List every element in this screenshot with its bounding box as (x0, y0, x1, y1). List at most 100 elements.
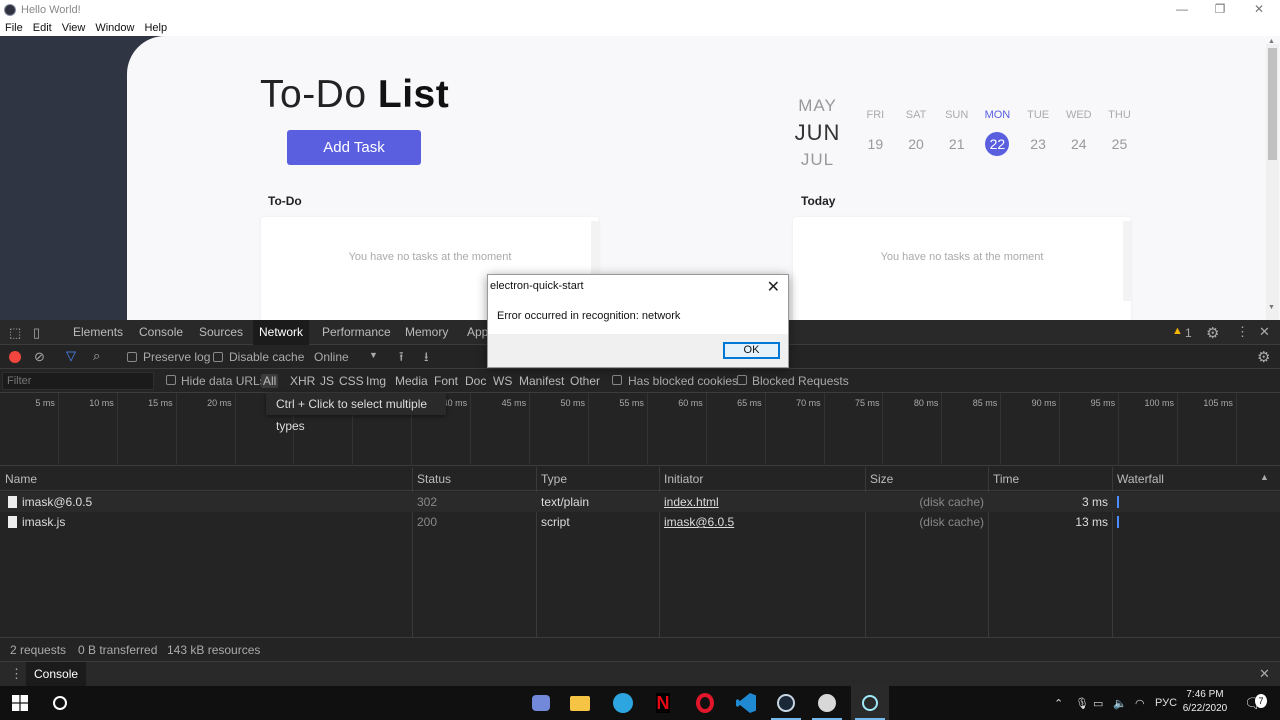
row-initiator-link[interactable]: index.html (664, 492, 719, 512)
tray-show-hidden-icon[interactable]: ⌃ (1054, 686, 1063, 720)
column-status[interactable]: Status (412, 467, 451, 491)
tab-console[interactable]: Console (139, 320, 183, 345)
close-window-button[interactable]: ✕ (1240, 0, 1278, 19)
taskbar-app-opera[interactable] (686, 686, 724, 720)
search-icon[interactable]: ⌕ (93, 348, 100, 364)
month-next[interactable]: JUL (790, 146, 845, 173)
close-drawer-icon[interactable]: ✕ (1259, 666, 1270, 682)
minimize-button[interactable]: — (1163, 0, 1201, 19)
export-har-icon[interactable]: ⭳ (424, 348, 429, 370)
filter-icon[interactable]: ▽ (66, 348, 76, 364)
tab-elements[interactable]: Elements (73, 320, 123, 345)
type-filter-ws[interactable]: WS (493, 374, 512, 388)
type-filter-js[interactable]: JS (320, 374, 334, 388)
sort-ascending-icon[interactable]: ▲ (1260, 472, 1269, 482)
page-scrollbar-thumb[interactable] (1268, 48, 1277, 160)
day-sun[interactable]: SUN 21 (936, 109, 977, 156)
tab-sources[interactable]: Sources (199, 320, 243, 345)
drawer-tab-console[interactable]: Console (26, 662, 87, 686)
hide-data-urls-checkbox[interactable] (166, 375, 176, 385)
filter-input[interactable]: Filter (2, 372, 154, 390)
type-filter-manifest[interactable]: Manifest (519, 374, 564, 388)
drawer-menu-icon[interactable]: ⋮ (10, 666, 23, 682)
system-clock[interactable]: 7:46 PM 6/22/2020 (1180, 688, 1230, 716)
tab-performance[interactable]: Performance (322, 320, 391, 345)
wifi-icon[interactable]: ◠ (1135, 686, 1145, 720)
type-filter-img[interactable]: Img (366, 374, 386, 388)
blocked-requests-checkbox[interactable] (737, 375, 747, 385)
close-devtools-icon[interactable]: ✕ (1259, 324, 1270, 340)
cortana-button[interactable] (41, 686, 79, 720)
day-mon[interactable]: MON 22 (977, 109, 1018, 156)
network-settings-gear-icon[interactable]: ⚙ (1257, 348, 1270, 366)
menu-view[interactable]: View (62, 22, 86, 34)
keyboard-language[interactable]: РУС (1155, 686, 1177, 720)
preserve-log-checkbox[interactable] (127, 352, 137, 362)
column-name[interactable]: Name (0, 467, 37, 491)
inspect-element-icon[interactable]: ⬚ (9, 325, 21, 341)
column-size[interactable]: Size (865, 467, 893, 491)
waterfall-bar[interactable] (1117, 496, 1119, 508)
taskbar-app-explorer[interactable] (561, 686, 599, 720)
clear-icon[interactable]: ⊘ (34, 349, 45, 365)
tab-network[interactable]: Network (253, 320, 310, 345)
type-filter-doc[interactable]: Doc (465, 374, 486, 388)
taskbar-app-vscode[interactable] (727, 686, 765, 720)
taskbar-app-generic[interactable] (808, 686, 846, 720)
volume-icon[interactable]: 🔈 (1113, 686, 1127, 720)
table-row[interactable]: imask@6.0.5 302 text/plain index.html (d… (0, 492, 1280, 512)
taskbar-app-electron[interactable] (851, 686, 889, 720)
import-har-icon[interactable]: ⭱ (399, 348, 404, 370)
warning-count[interactable]: 1 (1185, 326, 1192, 340)
type-filter-other[interactable]: Other (570, 374, 600, 388)
today-card-scrollbar[interactable] (1123, 221, 1131, 301)
column-time[interactable]: Time (988, 467, 1019, 491)
menu-file[interactable]: File (5, 22, 23, 34)
waterfall-bar[interactable] (1117, 516, 1119, 528)
menu-help[interactable]: Help (144, 22, 167, 34)
day-wed[interactable]: WED 24 (1058, 109, 1099, 156)
more-menu-icon[interactable]: ⋮ (1236, 324, 1249, 340)
battery-icon[interactable]: ▭ (1093, 686, 1103, 720)
type-filter-css[interactable]: CSS (339, 374, 364, 388)
taskbar-app-netflix[interactable]: N (644, 686, 682, 720)
tab-memory[interactable]: Memory (405, 320, 448, 345)
day-fri[interactable]: FRI 19 (855, 109, 896, 156)
day-tue[interactable]: TUE 23 (1018, 109, 1059, 156)
column-waterfall[interactable]: Waterfall (1112, 467, 1164, 491)
type-filter-xhr[interactable]: XHR (290, 374, 315, 388)
microphone-icon[interactable]: 🎙 (1075, 686, 1089, 720)
column-type[interactable]: Type (536, 467, 567, 491)
device-toolbar-icon[interactable]: ▯ (33, 325, 40, 341)
maximize-button[interactable]: ❐ (1201, 0, 1239, 19)
ok-button[interactable]: OK (723, 342, 780, 359)
record-icon[interactable] (9, 351, 21, 363)
table-row[interactable]: imask.js 200 script imask@6.0.5 (disk ca… (0, 512, 1280, 532)
row-name[interactable]: imask@6.0.5 (22, 492, 92, 512)
menu-window[interactable]: Window (95, 22, 134, 34)
disable-cache-checkbox[interactable] (213, 352, 223, 362)
tab-application[interactable]: App (467, 320, 488, 345)
network-overview-timeline[interactable]: 5 ms10 ms15 ms20 ms25 ms30 ms35 ms40 ms4… (0, 393, 1280, 466)
scroll-up-arrow-icon[interactable]: ▲ (1268, 38, 1275, 45)
taskbar-app-discord[interactable] (522, 686, 560, 720)
add-task-button[interactable]: Add Task (287, 130, 421, 165)
row-initiator-link[interactable]: imask@6.0.5 (664, 512, 734, 532)
start-button[interactable] (1, 686, 39, 720)
taskbar-app-steam[interactable] (767, 686, 805, 720)
throttle-select[interactable]: Online (314, 350, 349, 364)
month-prev[interactable]: MAY (790, 92, 845, 119)
dialog-close-icon[interactable]: ✕ (767, 277, 780, 297)
chevron-down-icon[interactable]: ▼ (369, 350, 378, 360)
menu-edit[interactable]: Edit (33, 22, 52, 34)
settings-gear-icon[interactable]: ⚙ (1206, 324, 1219, 342)
day-thu[interactable]: THU 25 (1099, 109, 1140, 156)
has-blocked-cookies-checkbox[interactable] (612, 375, 622, 385)
type-filter-all[interactable]: All (261, 374, 279, 388)
day-sat[interactable]: SAT 20 (896, 109, 937, 156)
type-filter-font[interactable]: Font (434, 374, 458, 388)
row-name[interactable]: imask.js (22, 512, 65, 532)
type-filter-media[interactable]: Media (395, 374, 428, 388)
warning-icon[interactable]: ▲ (1172, 325, 1183, 337)
column-initiator[interactable]: Initiator (659, 467, 703, 491)
